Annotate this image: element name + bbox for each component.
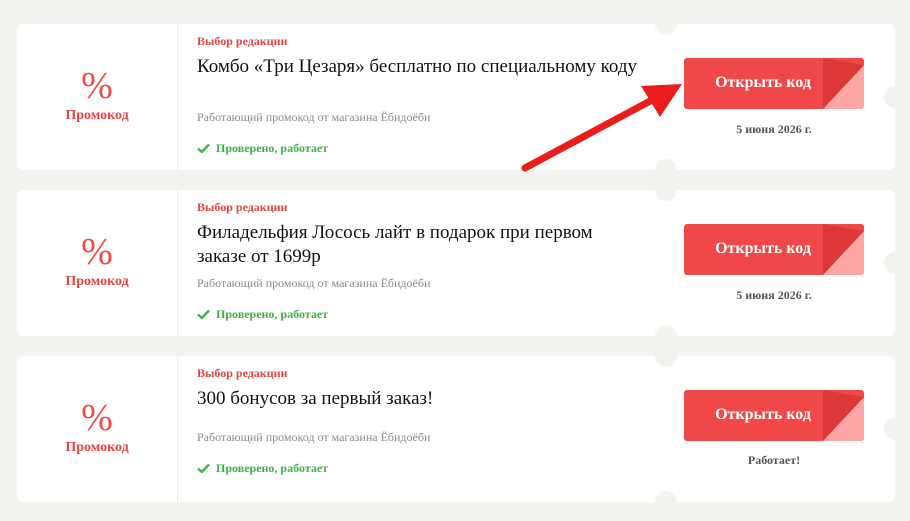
editor-choice-badge: Выбор редакции: [197, 200, 288, 214]
checkmark-icon: [197, 309, 210, 320]
editor-choice-badge: Выбор редакции: [197, 366, 288, 380]
coupon-type: % Промокод: [17, 24, 178, 170]
open-code-button[interactable]: Открыть код: [684, 390, 864, 441]
verified-status: Проверено, работает: [197, 307, 328, 322]
coupon-card: % Промокод Выбор редакции Комбо «Три Цез…: [17, 13, 906, 181]
verified-label: Проверено, работает: [216, 461, 329, 475]
coupon-info: Выбор редакции 300 бонусов за первый зак…: [197, 356, 647, 502]
checkmark-icon: [197, 463, 210, 474]
verified-status: Проверено, работает: [197, 461, 328, 476]
coupon-title: 300 бонусов за первый заказ!: [197, 388, 434, 409]
coupon-title: Филадельфия Лосось лайт в подарок при пе…: [197, 222, 593, 267]
ticket-notch: [655, 345, 677, 367]
open-code-button[interactable]: Открыть код: [684, 224, 864, 275]
ticket-notch: [655, 325, 677, 347]
open-code-label: Открыть код: [715, 406, 811, 423]
ticket-notch: [655, 159, 677, 181]
coupon-action: Открыть код 5 июня 2026 г.: [684, 190, 864, 336]
coupon-action: Открыть код Работает!: [684, 356, 864, 502]
ticket-notch: [655, 179, 677, 201]
ticket-notch: [655, 491, 677, 513]
coupon-info: Выбор редакции Комбо «Три Цезаря» беспла…: [197, 24, 647, 170]
percent-icon: %: [81, 231, 113, 273]
coupon-subtitle: Работающий промокод от магазина Ёбидоёби: [197, 276, 431, 290]
coupon-card: % Промокод Выбор редакции 300 бонусов за…: [17, 345, 906, 513]
coupon-date: 5 июня 2026 г.: [736, 288, 812, 302]
open-code-button[interactable]: Открыть код: [684, 58, 864, 109]
verified-label: Проверено, работает: [216, 307, 329, 321]
coupon-status: Работает!: [747, 453, 801, 467]
coupon-subtitle: Работающий промокод от магазина Ёбидоёби: [197, 110, 431, 124]
ticket-notch: [884, 252, 906, 274]
coupon-title: Комбо «Три Цезаря» бесплатно по специаль…: [197, 56, 637, 77]
coupon-subtitle: Работающий промокод от магазина Ёбидоёби: [197, 430, 431, 444]
editor-choice-badge: Выбор редакции: [197, 34, 288, 48]
ticket-notch: [884, 418, 906, 440]
coupon-type: % Промокод: [17, 190, 178, 336]
coupon-type-label: Промокод: [65, 108, 129, 123]
coupon-info: Выбор редакции Филадельфия Лосось лайт в…: [197, 190, 647, 336]
coupon-type: % Промокод: [17, 356, 178, 502]
ticket-notch: [655, 13, 677, 35]
coupon-date: 5 июня 2026 г.: [736, 122, 812, 136]
verified-status: Проверено, работает: [197, 141, 328, 156]
open-code-label: Открыть код: [715, 74, 811, 91]
percent-icon: %: [81, 397, 113, 439]
verified-label: Проверено, работает: [216, 141, 329, 155]
percent-icon: %: [81, 65, 113, 107]
ticket-notch: [884, 86, 906, 108]
coupon-action: Открыть код 5 июня 2026 г.: [684, 24, 864, 170]
coupon-card: % Промокод Выбор редакции Филадельфия Ло…: [17, 179, 906, 347]
coupon-type-label: Промокод: [65, 274, 129, 289]
coupon-list: % Промокод Выбор редакции Комбо «Три Цез…: [0, 0, 910, 521]
coupon-type-label: Промокод: [65, 440, 129, 455]
checkmark-icon: [197, 143, 210, 154]
open-code-label: Открыть код: [715, 240, 811, 257]
